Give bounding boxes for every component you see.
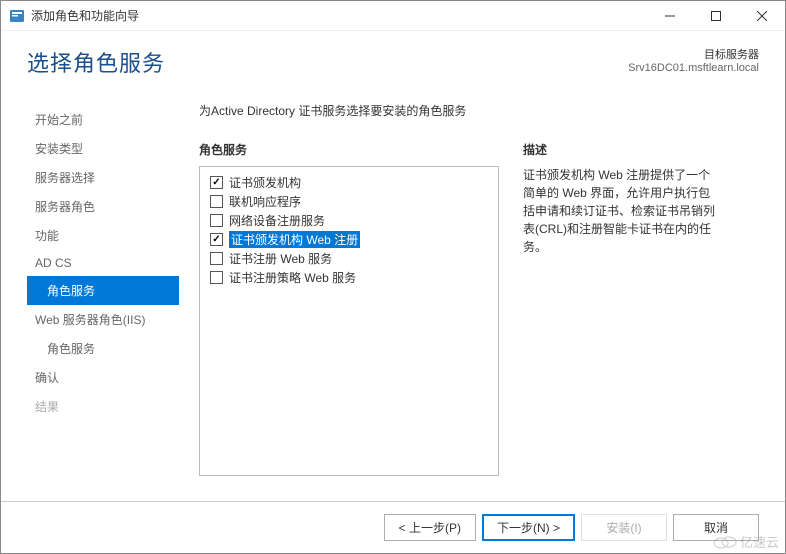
role-option[interactable]: 证书颁发机构 xyxy=(210,173,488,192)
nav-confirm[interactable]: 确认 xyxy=(27,363,179,392)
footer: < 上一步(P) 下一步(N) > 安装(I) 取消 xyxy=(1,501,785,541)
description-text: 证书颁发机构 Web 注册提供了一个简单的 Web 界面，允许用户执行包括申请和… xyxy=(523,166,719,256)
window-controls xyxy=(647,1,785,30)
header: 选择角色服务 目标服务器 Srv16DC01.msftlearn.local xyxy=(1,31,785,90)
instruction-text: 为Active Directory 证书服务选择要安装的角色服务 xyxy=(199,102,759,119)
checkbox-icon[interactable] xyxy=(210,176,223,189)
nav-install-type[interactable]: 安装类型 xyxy=(27,134,179,163)
window-title: 添加角色和功能向导 xyxy=(31,7,647,24)
role-option[interactable]: 网络设备注册服务 xyxy=(210,211,488,230)
nav-role-services-2[interactable]: 角色服务 xyxy=(27,334,179,363)
target-server-label: 目标服务器 xyxy=(628,46,759,62)
role-option-label: 证书颁发机构 xyxy=(229,174,301,191)
checkbox-icon[interactable] xyxy=(210,271,223,284)
app-icon xyxy=(9,8,25,24)
description-heading: 描述 xyxy=(523,141,759,158)
role-option-label: 证书注册策略 Web 服务 xyxy=(229,269,356,286)
role-option[interactable]: 证书颁发机构 Web 注册 xyxy=(210,230,488,249)
maximize-button[interactable] xyxy=(693,1,739,30)
roles-listbox[interactable]: 证书颁发机构联机响应程序网络设备注册服务证书颁发机构 Web 注册证书注册 We… xyxy=(199,166,499,476)
checkbox-icon[interactable] xyxy=(210,233,223,246)
nav-server-roles[interactable]: 服务器角色 xyxy=(27,192,179,221)
titlebar: 添加角色和功能向导 xyxy=(1,1,785,31)
main-content: 为Active Directory 证书服务选择要安装的角色服务 角色服务 证书… xyxy=(199,90,759,476)
nav-before-begin[interactable]: 开始之前 xyxy=(27,105,179,134)
role-option-label: 证书注册 Web 服务 xyxy=(229,250,332,267)
nav-web-server-role[interactable]: Web 服务器角色(IIS) xyxy=(27,305,179,334)
next-button[interactable]: 下一步(N) > xyxy=(482,514,575,541)
roles-heading: 角色服务 xyxy=(199,141,499,158)
nav-features[interactable]: 功能 xyxy=(27,221,179,250)
target-server-info: 目标服务器 Srv16DC01.msftlearn.local xyxy=(628,46,759,74)
wizard-nav: 开始之前 安装类型 服务器选择 服务器角色 功能 AD CS 角色服务 Web … xyxy=(27,90,179,476)
previous-button[interactable]: < 上一步(P) xyxy=(384,514,476,541)
checkbox-icon[interactable] xyxy=(210,195,223,208)
role-option[interactable]: 证书注册 Web 服务 xyxy=(210,249,488,268)
checkbox-icon[interactable] xyxy=(210,252,223,265)
nav-role-services-1[interactable]: 角色服务 xyxy=(27,276,179,305)
watermark: 亿速云 xyxy=(713,532,779,551)
nav-adcs[interactable]: AD CS xyxy=(27,250,179,276)
install-button: 安装(I) xyxy=(581,514,667,541)
role-option-label: 联机响应程序 xyxy=(229,193,301,210)
role-option-label: 网络设备注册服务 xyxy=(229,212,325,229)
page-title: 选择角色服务 xyxy=(27,46,165,78)
role-option-label: 证书颁发机构 Web 注册 xyxy=(229,231,360,248)
target-server-value: Srv16DC01.msftlearn.local xyxy=(628,62,759,74)
minimize-button[interactable] xyxy=(647,1,693,30)
role-option[interactable]: 联机响应程序 xyxy=(210,192,488,211)
role-option[interactable]: 证书注册策略 Web 服务 xyxy=(210,268,488,287)
nav-results: 结果 xyxy=(27,392,179,421)
watermark-text: 亿速云 xyxy=(740,532,779,551)
checkbox-icon[interactable] xyxy=(210,214,223,227)
close-button[interactable] xyxy=(739,1,785,30)
body: 开始之前 安装类型 服务器选择 服务器角色 功能 AD CS 角色服务 Web … xyxy=(1,90,785,476)
nav-server-selection[interactable]: 服务器选择 xyxy=(27,163,179,192)
